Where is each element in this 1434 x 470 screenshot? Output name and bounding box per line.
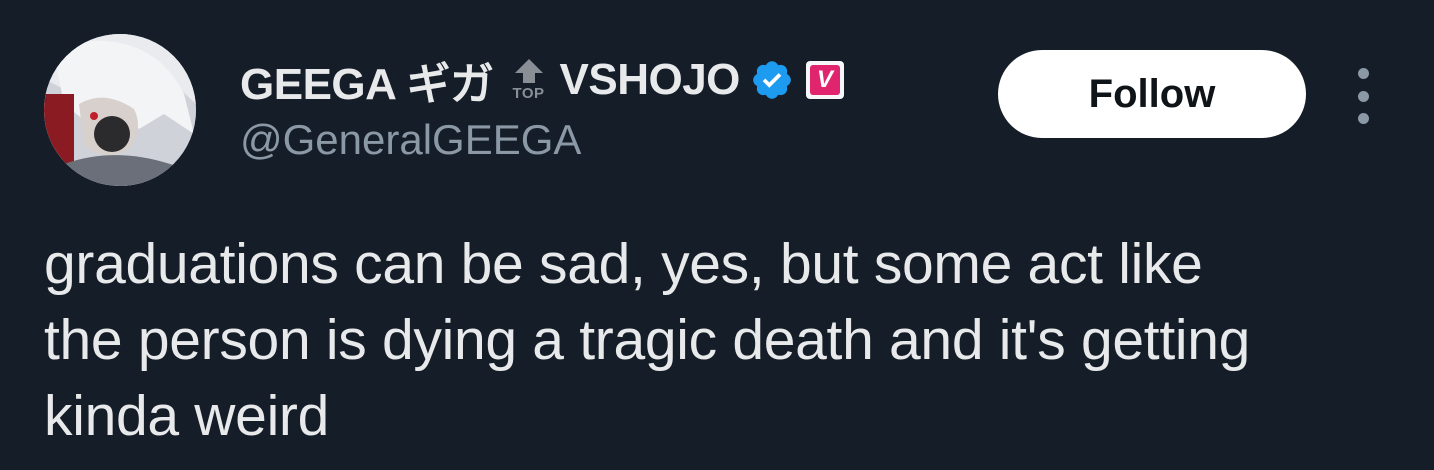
more-vertical-icon[interactable] bbox=[1348, 68, 1378, 124]
org-name[interactable]: VSHOJO bbox=[560, 55, 741, 105]
dot bbox=[1357, 90, 1369, 102]
org-badge-icon: V bbox=[805, 61, 844, 99]
verified-badge-icon bbox=[750, 58, 794, 102]
follow-button[interactable]: Follow bbox=[998, 50, 1306, 138]
top-label: TOP bbox=[512, 84, 545, 102]
avatar-image bbox=[44, 34, 196, 186]
dot bbox=[1357, 68, 1369, 79]
tweet-text: graduations can be sad, yes, but some ac… bbox=[44, 232, 1251, 448]
dot bbox=[1357, 113, 1369, 124]
tweet-card: GEEGA ギガ TOP VSHOJO V @GeneralGEEGA Foll… bbox=[0, 0, 1434, 470]
top-arrow-icon: TOP bbox=[504, 53, 554, 107]
display-name[interactable]: GEEGA ギガ bbox=[240, 48, 494, 112]
org-badge-letter: V bbox=[809, 65, 840, 95]
avatar[interactable] bbox=[44, 34, 196, 186]
